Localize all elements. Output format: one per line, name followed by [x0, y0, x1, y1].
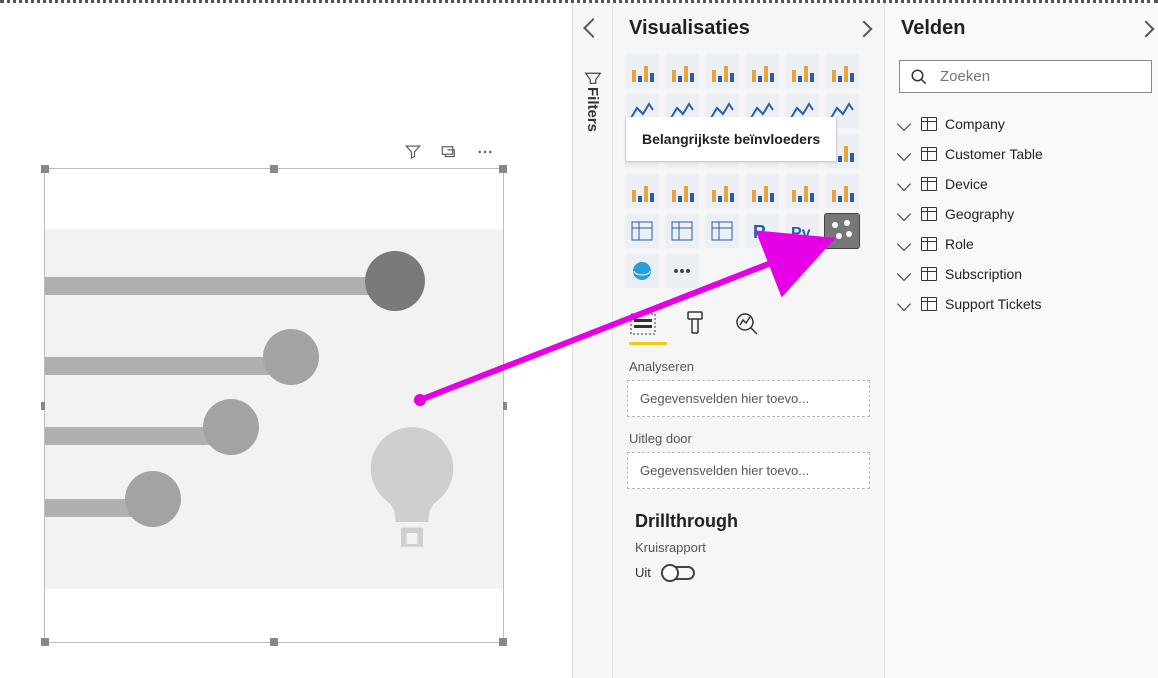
table-icon: [921, 117, 937, 131]
viz-type-python-visual[interactable]: Py: [785, 214, 819, 248]
viz-type-funnel[interactable]: [665, 174, 699, 208]
resize-handle[interactable]: [270, 638, 278, 646]
placeholder-dot: [263, 329, 319, 385]
toggle-off-label: Uit: [635, 565, 651, 580]
fields-table-item[interactable]: Geography: [885, 199, 1158, 229]
table-name: Support Tickets: [945, 296, 1042, 312]
fields-table-item[interactable]: Company: [885, 109, 1158, 139]
explain-by-well-label: Uitleg door: [613, 417, 884, 452]
placeholder-bar: [45, 357, 285, 375]
funnel-icon[interactable]: [404, 143, 422, 161]
viz-type-stacked-column[interactable]: [665, 54, 699, 88]
table-icon: [921, 237, 937, 251]
analytics-tab-icon[interactable]: [733, 310, 761, 338]
chevron-down-icon: [897, 147, 911, 161]
viz-type-matrix[interactable]: [705, 214, 739, 248]
fields-table-item[interactable]: Customer Table: [885, 139, 1158, 169]
placeholder-dot: [365, 251, 425, 311]
table-icon: [921, 207, 937, 221]
viz-type-clustered-column[interactable]: [745, 54, 779, 88]
placeholder-dot: [203, 399, 259, 455]
visualizations-pane: Visualisaties R Py Belangrijkste beïnvloe…: [612, 3, 884, 678]
chevron-down-icon: [897, 207, 911, 221]
table-name: Company: [945, 116, 1005, 132]
viz-type-r-visual[interactable]: R: [745, 214, 779, 248]
table-icon: [921, 267, 937, 281]
chevron-left-icon[interactable]: [583, 18, 603, 38]
format-tab-icon[interactable]: [681, 310, 709, 338]
viz-type-table[interactable]: [665, 214, 699, 248]
viz-type-more[interactable]: [665, 254, 699, 288]
filters-pane-collapsed[interactable]: Filters: [572, 3, 612, 678]
viz-type-slicer[interactable]: [625, 214, 659, 248]
viz-type-gauge[interactable]: [705, 174, 739, 208]
table-name: Customer Table: [945, 146, 1043, 162]
table-icon: [921, 177, 937, 191]
fields-pane: Velden Company Customer Table Device Geogra…: [884, 3, 1158, 678]
chevron-down-icon: [897, 117, 911, 131]
chevron-down-icon: [897, 237, 911, 251]
filters-pane-label: Filters: [584, 87, 601, 132]
viz-type-clustered-bar[interactable]: [705, 54, 739, 88]
visual-header-toolbar: [404, 143, 494, 161]
fields-search-box[interactable]: [899, 60, 1152, 93]
search-icon: [910, 68, 928, 86]
analyze-well-label: Analyseren: [613, 345, 884, 380]
focus-mode-icon[interactable]: [440, 143, 458, 161]
fields-table-item[interactable]: Role: [885, 229, 1158, 259]
table-name: Device: [945, 176, 988, 192]
fields-table-item[interactable]: Subscription: [885, 259, 1158, 289]
fields-table-item[interactable]: Support Tickets: [885, 289, 1158, 319]
explain-by-field-well[interactable]: Gegevensvelden hier toevo...: [627, 452, 870, 489]
svg-text:Py: Py: [791, 225, 811, 242]
fields-table-list: Company Customer Table Device Geography Role…: [885, 109, 1158, 319]
placeholder-dot: [125, 471, 181, 527]
placeholder-bar: [45, 427, 225, 445]
resize-handle[interactable]: [499, 638, 507, 646]
viz-type-kpi[interactable]: [825, 174, 859, 208]
format-tabs: [613, 288, 884, 342]
resize-handle[interactable]: [270, 165, 278, 173]
viz-type-filled-map[interactable]: [625, 174, 659, 208]
fields-tab-icon[interactable]: [629, 310, 657, 338]
viz-type-100-bar[interactable]: [785, 54, 819, 88]
table-icon: [921, 147, 937, 161]
chevron-down-icon: [897, 267, 911, 281]
fields-search-input[interactable]: [938, 67, 1141, 86]
fields-table-item[interactable]: Device: [885, 169, 1158, 199]
analyze-field-well[interactable]: Gegevensvelden hier toevo...: [627, 380, 870, 417]
report-canvas[interactable]: [0, 3, 572, 678]
chevron-down-icon: [897, 177, 911, 191]
drillthrough-title: Drillthrough: [613, 489, 884, 538]
viz-type-key-influencers[interactable]: [825, 214, 859, 248]
resize-handle[interactable]: [499, 165, 507, 173]
viz-type-card[interactable]: [745, 174, 779, 208]
cross-report-label: Kruisrapport: [613, 538, 884, 561]
viz-type-arcgis[interactable]: [625, 254, 659, 288]
chevron-down-icon: [897, 297, 911, 311]
placeholder-bar: [45, 277, 385, 295]
resize-handle[interactable]: [41, 638, 49, 646]
viz-type-stacked-bar[interactable]: [625, 54, 659, 88]
viz-type-multi-card[interactable]: [785, 174, 819, 208]
table-name: Subscription: [945, 266, 1022, 282]
more-options-icon[interactable]: [476, 143, 494, 161]
table-icon: [921, 297, 937, 311]
placeholder-background: [45, 229, 503, 589]
table-name: Geography: [945, 206, 1014, 222]
chevron-right-icon[interactable]: [1138, 20, 1155, 37]
table-name: Role: [945, 236, 974, 252]
key-influencers-tooltip: Belangrijkste beïnvloeders: [625, 117, 837, 162]
viz-type-100-column[interactable]: [825, 54, 859, 88]
visualizations-title: Visualisaties: [629, 17, 750, 40]
key-influencers-visual-placeholder[interactable]: [44, 168, 504, 643]
chevron-right-icon[interactable]: [856, 20, 873, 37]
announce-icon: [582, 65, 604, 87]
lightbulb-icon: [357, 419, 467, 559]
cross-report-toggle[interactable]: [661, 566, 695, 580]
resize-handle[interactable]: [41, 165, 49, 173]
visualization-gallery: R Py: [613, 54, 884, 288]
fields-title: Velden: [901, 17, 965, 40]
svg-text:R: R: [753, 222, 766, 242]
